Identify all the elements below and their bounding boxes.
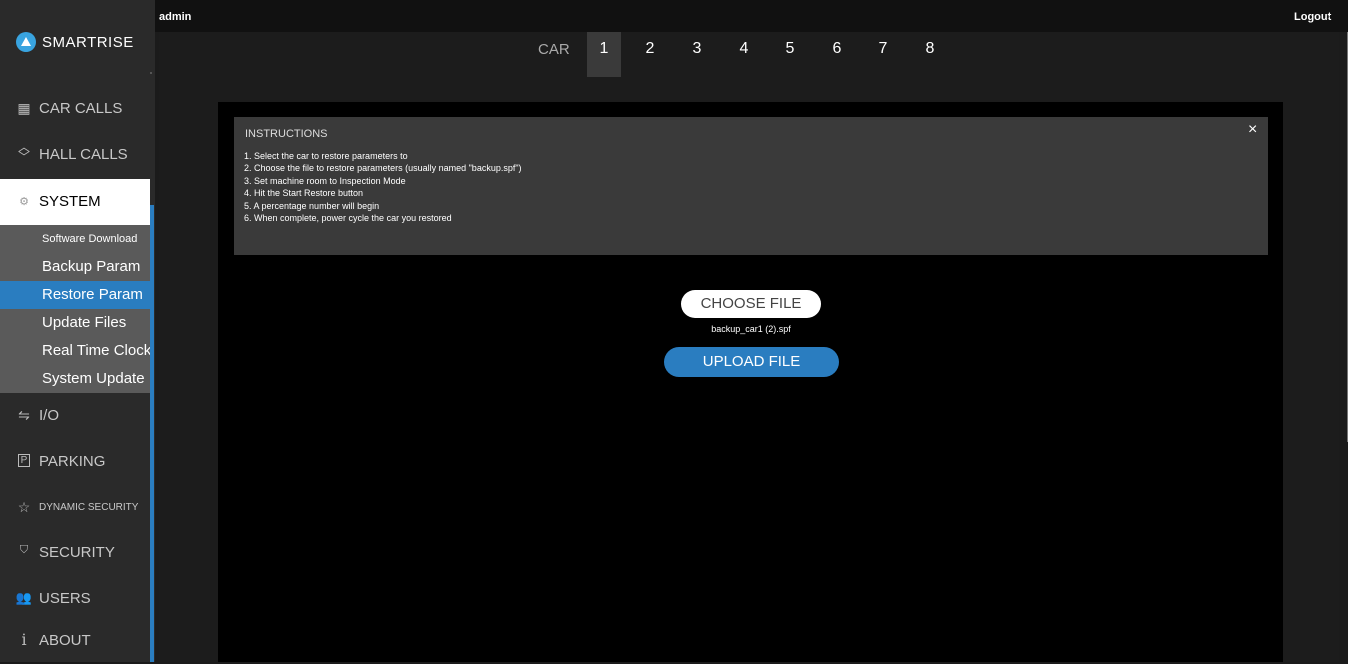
- close-icon[interactable]: ×: [1248, 121, 1257, 139]
- submenu-label: Update Files: [42, 314, 127, 331]
- instructions-box: INSTRUCTIONS 1. Select the car to restor…: [234, 117, 1268, 255]
- sidebar-item-users[interactable]: 👥 USERS: [0, 576, 150, 622]
- submenu-backup-param[interactable]: Backup Param: [0, 253, 150, 281]
- sidebar-item-label: CAR CALLS: [39, 100, 123, 117]
- sidebar-item-about[interactable]: i ABOUT: [0, 618, 150, 664]
- car-calls-icon: ▦: [17, 100, 31, 116]
- username: admin: [159, 11, 192, 23]
- submenu-real-time-clock[interactable]: Real Time Clock: [0, 337, 152, 365]
- car-tab-2[interactable]: 2: [633, 40, 667, 58]
- car-tab-5[interactable]: 5: [773, 40, 807, 58]
- users-icon: 👥: [15, 590, 33, 605]
- instruction-step: 1. Select the car to restore parameters …: [244, 151, 408, 161]
- sidebar-item-io[interactable]: ⇋ I/O: [0, 393, 150, 439]
- sidebar-item-system[interactable]: ⚙ SYSTEM: [0, 179, 150, 225]
- brand-name: SMARTRISE: [42, 34, 134, 51]
- brand-logo: SMARTRISE: [16, 32, 146, 52]
- car-tab-1[interactable]: 1: [587, 32, 621, 77]
- system-submenu: Software Download Backup Param Restore P…: [0, 225, 152, 393]
- info-icon: i: [21, 630, 27, 649]
- submenu-label: Software Download: [42, 233, 138, 245]
- parking-icon: P: [18, 454, 30, 467]
- submenu-system-update[interactable]: System Update: [0, 365, 150, 393]
- submenu-label: System Update: [42, 370, 145, 387]
- submenu-restore-param[interactable]: Restore Param: [0, 281, 150, 309]
- sidebar-item-label: ABOUT: [39, 632, 91, 649]
- sidebar-item-dynamic-security[interactable]: ☆ DYNAMIC SECURITY: [0, 485, 150, 531]
- sidebar-item-label: USERS: [39, 590, 91, 607]
- top-bar: admin Logout ›: [0, 0, 1348, 32]
- selected-filename: backup_car1 (2).spf: [711, 324, 791, 334]
- instruction-step: 5. A percentage number will begin: [244, 200, 380, 211]
- instructions-title: INSTRUCTIONS: [245, 128, 328, 140]
- hall-calls-icon: ︿ ﹀: [17, 140, 30, 164]
- car-tab-4[interactable]: 4: [727, 40, 761, 58]
- upload-file-button[interactable]: UPLOAD FILE: [664, 347, 839, 377]
- shield-icon: ⛉: [19, 544, 29, 556]
- caret-right-icon: ›: [1327, 11, 1330, 21]
- submenu-label: Real Time Clock: [42, 342, 152, 359]
- sidebar: SMARTRISE ▦ CAR CALLS ︿ ﹀ HALL CALLS ⚙ SY…: [0, 0, 155, 662]
- logo-icon: [16, 32, 36, 52]
- choose-file-button[interactable]: CHOOSE FILE: [681, 290, 821, 318]
- sidebar-item-car-calls[interactable]: ▦ CAR CALLS: [0, 86, 150, 132]
- submenu-update-files[interactable]: Update Files: [0, 309, 150, 337]
- divider-dot: [150, 72, 152, 74]
- sidebar-item-label: HALL CALLS: [39, 146, 128, 163]
- io-arrows-icon: ⇋: [18, 407, 30, 423]
- submenu-label: Restore Param: [42, 286, 143, 303]
- sidebar-item-label: SYSTEM: [39, 193, 101, 210]
- sidebar-item-label: SECURITY: [39, 544, 115, 561]
- sidebar-item-label: DYNAMIC SECURITY: [39, 502, 139, 513]
- submenu-software-download[interactable]: Software Download: [0, 225, 150, 253]
- instructions-list: 1. Select the car to restore parameters …: [244, 150, 522, 224]
- car-tab-7[interactable]: 7: [866, 40, 900, 58]
- submenu-label: Backup Param: [42, 258, 141, 275]
- sidebar-item-label: PARKING: [39, 453, 106, 470]
- car-tab-3[interactable]: 3: [680, 40, 714, 58]
- sidebar-item-label: I/O: [39, 407, 60, 424]
- instruction-step: 4. Hit the Start Restore button: [244, 188, 364, 199]
- sidebar-item-hall-calls[interactable]: ︿ ﹀ HALL CALLS: [0, 132, 150, 178]
- gear-icon: ⚙: [19, 196, 29, 208]
- sidebar-scrollbar[interactable]: [150, 205, 154, 662]
- sidebar-item-parking[interactable]: P PARKING: [0, 439, 150, 485]
- star-icon: ☆: [17, 499, 31, 515]
- car-tab-6[interactable]: 6: [820, 40, 854, 58]
- instruction-step: 2. Choose the file to restore parameters…: [244, 163, 522, 174]
- logout-link[interactable]: Logout: [1294, 11, 1331, 23]
- instruction-step: 6. When complete, power cycle the car yo…: [244, 213, 452, 224]
- car-selector-label: CAR: [538, 41, 570, 58]
- car-tab-8[interactable]: 8: [913, 40, 947, 58]
- sidebar-item-security[interactable]: ⛉ SECURITY: [0, 530, 150, 576]
- instruction-step: 3. Set machine room to Inspection Mode: [244, 175, 406, 186]
